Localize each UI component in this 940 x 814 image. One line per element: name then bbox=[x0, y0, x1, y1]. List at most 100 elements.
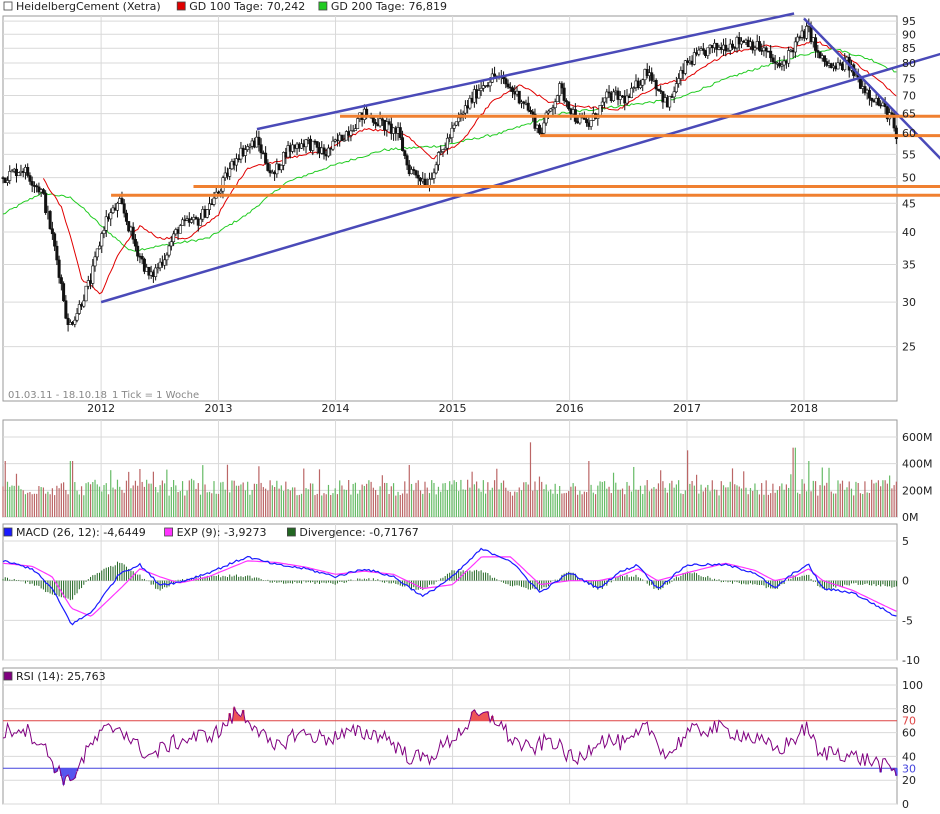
candle-body bbox=[311, 140, 315, 151]
year-tick-label: 2014 bbox=[322, 402, 350, 415]
candle-body bbox=[30, 181, 34, 186]
candle-body bbox=[823, 55, 827, 62]
candle-body bbox=[140, 256, 144, 260]
candle-body bbox=[769, 50, 773, 59]
candle-body bbox=[562, 87, 566, 101]
candle-body bbox=[266, 162, 270, 171]
price-tick-label: 25 bbox=[902, 341, 916, 354]
candle-body bbox=[124, 212, 128, 222]
macd-tick-label: 0 bbox=[902, 575, 909, 588]
candle-body bbox=[677, 78, 681, 84]
candle-body bbox=[553, 101, 557, 108]
candle-body bbox=[115, 203, 119, 211]
macd-frame bbox=[2, 523, 898, 661]
candle-body bbox=[414, 170, 418, 176]
macd-legend-label: Divergence: -0,71767 bbox=[299, 526, 418, 539]
candle-body bbox=[598, 105, 602, 116]
candle-body bbox=[98, 245, 102, 250]
candle-body bbox=[91, 265, 95, 284]
candle-body bbox=[600, 101, 604, 106]
candle-body bbox=[136, 245, 140, 257]
candle-body bbox=[697, 49, 701, 55]
price-frame bbox=[2, 15, 898, 402]
year-tick-label: 2015 bbox=[439, 402, 467, 415]
candle-body bbox=[585, 119, 589, 124]
tick-label: 1 Tick = 1 Woche bbox=[112, 390, 199, 401]
candle-body bbox=[650, 72, 654, 81]
candle-body bbox=[257, 136, 261, 146]
candle-body bbox=[706, 47, 710, 56]
year-tick-label: 2016 bbox=[556, 402, 584, 415]
price-tick-label: 50 bbox=[902, 172, 916, 185]
price-tick-label: 80 bbox=[902, 57, 916, 70]
price-grid bbox=[2, 15, 898, 402]
candle-body bbox=[488, 81, 492, 87]
candle-body bbox=[757, 41, 761, 51]
year-tick-label: 2013 bbox=[204, 402, 232, 415]
candle-body bbox=[315, 141, 319, 148]
candle-body bbox=[479, 87, 483, 91]
candle-body bbox=[122, 203, 126, 214]
price-tick-label: 70 bbox=[902, 90, 916, 103]
candle-body bbox=[531, 111, 535, 115]
rsi-tick-label: 20 bbox=[902, 774, 916, 787]
candle-body bbox=[477, 90, 481, 99]
candle-body bbox=[753, 47, 757, 51]
candle-body bbox=[445, 137, 449, 149]
price-tick-label: 90 bbox=[902, 28, 916, 41]
candle-body bbox=[542, 122, 546, 134]
rsi-tick-label: 100 bbox=[902, 679, 923, 692]
candle-body bbox=[322, 147, 326, 155]
candle-body bbox=[95, 248, 99, 258]
price-tick-label: 75 bbox=[902, 73, 916, 86]
candle-body bbox=[876, 98, 880, 106]
candle-body bbox=[41, 189, 45, 194]
candle-body bbox=[221, 177, 225, 192]
macd-legend-label: MACD (26, 12): -4,6449 bbox=[16, 526, 146, 539]
candle-body bbox=[169, 241, 173, 247]
price-tick-label: 55 bbox=[902, 148, 916, 161]
rsi-frame bbox=[2, 667, 898, 805]
candle-body bbox=[629, 87, 633, 98]
price-tick-label: 35 bbox=[902, 259, 916, 272]
candle-body bbox=[165, 254, 169, 261]
candle-body bbox=[526, 102, 530, 111]
candle-body bbox=[403, 150, 407, 156]
candle-body bbox=[178, 225, 182, 234]
candle-body bbox=[452, 124, 456, 129]
rsi-oversold-label: 30 bbox=[902, 762, 916, 775]
candle-body bbox=[441, 149, 445, 152]
candle-body bbox=[537, 124, 541, 134]
candle-body bbox=[62, 283, 66, 302]
year-tick-label: 2017 bbox=[673, 402, 701, 415]
price-panel: 25 30 35 40 45 50 55 60 65 70 75 80 859095 2012 2013 20… bbox=[1, 0, 940, 415]
candle-body bbox=[53, 233, 57, 247]
candle-body bbox=[436, 152, 440, 166]
candle-body bbox=[504, 78, 508, 85]
candle-body bbox=[450, 127, 454, 138]
candle-body bbox=[340, 134, 344, 141]
price-tick-label: 30 bbox=[902, 296, 916, 309]
candle-body bbox=[48, 211, 52, 230]
price-tick-label: 40 bbox=[902, 226, 916, 239]
candle-body bbox=[560, 83, 564, 89]
candle-body bbox=[59, 277, 63, 284]
candle-body bbox=[432, 172, 436, 179]
candle-body bbox=[8, 171, 12, 181]
price-tick-label: 85 bbox=[902, 42, 916, 55]
candle-body bbox=[212, 197, 216, 205]
candle-body bbox=[264, 152, 268, 164]
rsi-tick-label: 60 bbox=[902, 727, 916, 740]
candle-body bbox=[356, 118, 360, 129]
candle-body bbox=[416, 174, 420, 179]
candle-body bbox=[371, 117, 375, 123]
candle-body bbox=[26, 167, 30, 176]
candle-body bbox=[867, 89, 871, 99]
candle-body bbox=[55, 245, 59, 261]
candle-body bbox=[167, 245, 171, 256]
candle-body bbox=[102, 230, 106, 234]
rsi-legend-swatch bbox=[3, 671, 13, 681]
price-tick-label: 95 bbox=[902, 15, 916, 28]
candle-body bbox=[190, 219, 194, 223]
candle-body bbox=[457, 117, 461, 123]
